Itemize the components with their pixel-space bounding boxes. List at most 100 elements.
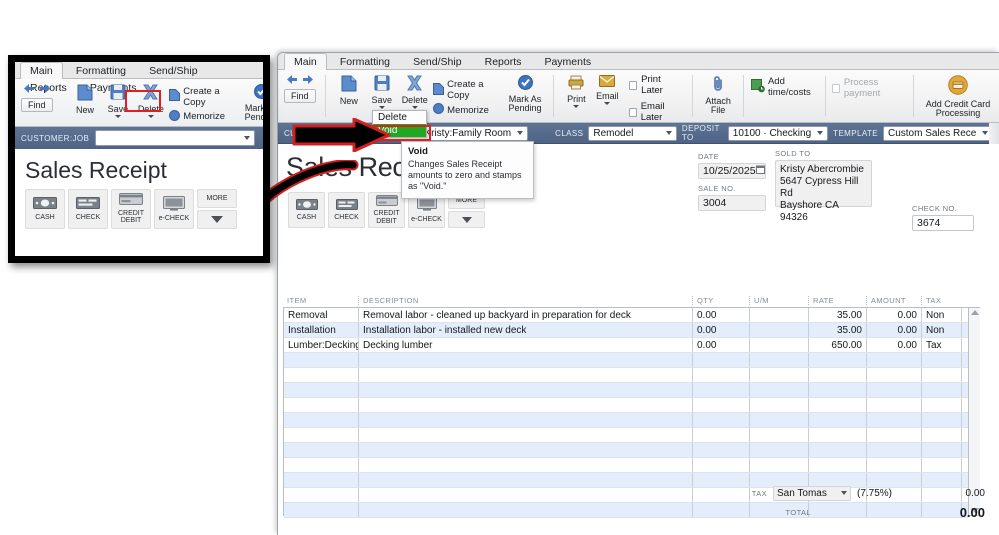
table-row[interactable] xyxy=(284,353,968,368)
cell-description[interactable] xyxy=(359,368,693,382)
cell-tax[interactable] xyxy=(922,413,962,427)
cell-rate[interactable] xyxy=(809,428,867,442)
table-row[interactable] xyxy=(284,428,968,443)
cell-amount[interactable]: 0.00 xyxy=(867,338,922,352)
date-field[interactable]: 10/25/2025 xyxy=(698,163,766,179)
add-credit-card-processing-button[interactable]: Add Credit Card Processing xyxy=(921,72,995,120)
payment-method-cash-button[interactable]: CASH xyxy=(288,192,325,228)
cell-qty[interactable] xyxy=(693,368,750,382)
table-row[interactable]: Removal Removal labor - cleaned up backya… xyxy=(284,308,968,323)
class-field[interactable]: Remodel xyxy=(588,125,677,141)
cell-item[interactable]: Installation xyxy=(284,323,359,337)
tab-payments[interactable]: Payments xyxy=(534,53,601,70)
add-time-costs-button[interactable]: Add time/costs xyxy=(750,76,819,98)
print-later-checkbox-row[interactable]: Print Later xyxy=(628,74,681,96)
inset-payment-method-cash-button[interactable]: CASH xyxy=(25,189,65,229)
table-row[interactable] xyxy=(284,398,968,413)
cell-um[interactable] xyxy=(750,308,809,322)
inset-payment-method-more-button[interactable]: MORE xyxy=(197,189,237,229)
cell-amount[interactable] xyxy=(867,383,922,397)
tax-code-chevron-down-icon[interactable] xyxy=(841,491,847,495)
cell-rate[interactable]: 35.00 xyxy=(809,308,867,322)
find-button[interactable]: Find xyxy=(284,89,316,103)
email-later-checkbox[interactable] xyxy=(628,107,637,117)
cell-qty[interactable] xyxy=(693,383,750,397)
cell-tax[interactable]: Non xyxy=(922,323,962,337)
tab-formatting[interactable]: Formatting xyxy=(330,53,400,70)
cell-description[interactable] xyxy=(359,383,693,397)
cell-qty[interactable] xyxy=(693,428,750,442)
customer-job-chevron-down-icon[interactable] xyxy=(517,131,524,135)
deposit-to-chevron-down-icon[interactable] xyxy=(817,131,824,135)
cell-description[interactable] xyxy=(359,398,693,412)
class-chevron-down-icon[interactable] xyxy=(665,131,672,135)
cell-rate[interactable] xyxy=(809,353,867,367)
inset-customer-job-chevron-down-icon[interactable] xyxy=(244,136,251,140)
inset-mark-as-pending-button[interactable]: Mark As Pending xyxy=(240,81,263,124)
template-chevron-down-icon[interactable] xyxy=(982,131,988,135)
next-arrow-icon[interactable] xyxy=(302,75,313,87)
cell-item[interactable] xyxy=(284,488,359,502)
cell-description[interactable] xyxy=(359,458,693,472)
email-chevron-down-icon[interactable] xyxy=(604,102,611,105)
inset-next-arrow-icon[interactable] xyxy=(39,84,50,96)
cell-description[interactable] xyxy=(359,413,693,427)
cell-tax[interactable] xyxy=(922,398,962,412)
inset-delete-chevron-down-icon[interactable] xyxy=(147,115,154,118)
inset-tab-main[interactable]: Main xyxy=(20,62,63,79)
cell-item[interactable] xyxy=(284,398,359,412)
cell-description[interactable] xyxy=(359,488,693,502)
inset-new-button[interactable]: New xyxy=(69,81,102,124)
cell-item[interactable] xyxy=(284,413,359,427)
table-row[interactable] xyxy=(284,443,968,458)
tab-send-ship[interactable]: Send/Ship xyxy=(403,53,471,70)
cell-qty[interactable] xyxy=(693,353,750,367)
tax-code-select[interactable]: San Tomas xyxy=(773,485,851,501)
mark-as-pending-button[interactable]: Mark As Pending xyxy=(504,72,546,120)
cell-tax[interactable] xyxy=(922,353,962,367)
table-row[interactable]: Lumber:Decking Decking lumber 0.00 650.00 0.… xyxy=(284,338,968,353)
cell-rate[interactable] xyxy=(809,413,867,427)
cell-item[interactable] xyxy=(284,443,359,457)
cell-description[interactable] xyxy=(359,428,693,442)
cell-amount[interactable]: 0.00 xyxy=(867,323,922,337)
grid-scrollbar[interactable] xyxy=(968,308,980,515)
inset-customer-job-field[interactable] xyxy=(95,130,256,146)
create-a-copy-button[interactable]: Create a Copy xyxy=(433,79,502,101)
payment-method-credit-debit-button[interactable]: CREDIT DEBIT xyxy=(368,192,405,228)
cell-tax[interactable] xyxy=(922,383,962,397)
inset-find-button[interactable]: Find xyxy=(21,98,53,112)
table-row[interactable]: Installation Installation labor - install… xyxy=(284,323,968,338)
cell-tax[interactable] xyxy=(922,443,962,457)
cell-tax[interactable] xyxy=(922,368,962,382)
cell-rate[interactable] xyxy=(809,398,867,412)
cell-item[interactable] xyxy=(284,368,359,382)
cell-item[interactable] xyxy=(284,353,359,367)
check-no-field[interactable]: 3674 xyxy=(912,215,974,231)
cell-um[interactable] xyxy=(750,323,809,337)
print-chevron-down-icon[interactable] xyxy=(573,105,580,108)
inset-save-chevron-down-icon[interactable] xyxy=(114,115,121,118)
template-field[interactable]: Custom Sales Receipt xyxy=(883,125,993,141)
table-row[interactable] xyxy=(284,413,968,428)
tab-main[interactable]: Main xyxy=(284,53,327,70)
cell-um[interactable] xyxy=(750,428,809,442)
cell-rate[interactable] xyxy=(809,368,867,382)
inset-payment-method-credit-debit-button[interactable]: CREDIT DEBIT xyxy=(111,189,151,229)
cell-tax[interactable] xyxy=(922,428,962,442)
inset-tab-formatting[interactable]: Formatting xyxy=(66,62,136,79)
cell-qty[interactable] xyxy=(693,458,750,472)
new-button[interactable]: New xyxy=(332,72,365,120)
cell-tax[interactable] xyxy=(922,458,962,472)
cell-description[interactable] xyxy=(359,443,693,457)
print-later-checkbox[interactable] xyxy=(628,80,638,90)
cell-um[interactable] xyxy=(750,458,809,472)
cell-rate[interactable] xyxy=(809,443,867,457)
memorize-button[interactable]: Memorize xyxy=(433,103,502,117)
sale-no-field[interactable]: 3004 xyxy=(698,195,766,211)
save-chevron-down-icon[interactable] xyxy=(378,106,385,109)
inset-payment-method-more-chevron-down-icon[interactable] xyxy=(197,210,237,229)
payment-method-check-button[interactable]: CHECK xyxy=(328,192,365,228)
scroll-up-arrow-icon[interactable] xyxy=(970,310,979,315)
cell-description[interactable] xyxy=(359,503,693,517)
